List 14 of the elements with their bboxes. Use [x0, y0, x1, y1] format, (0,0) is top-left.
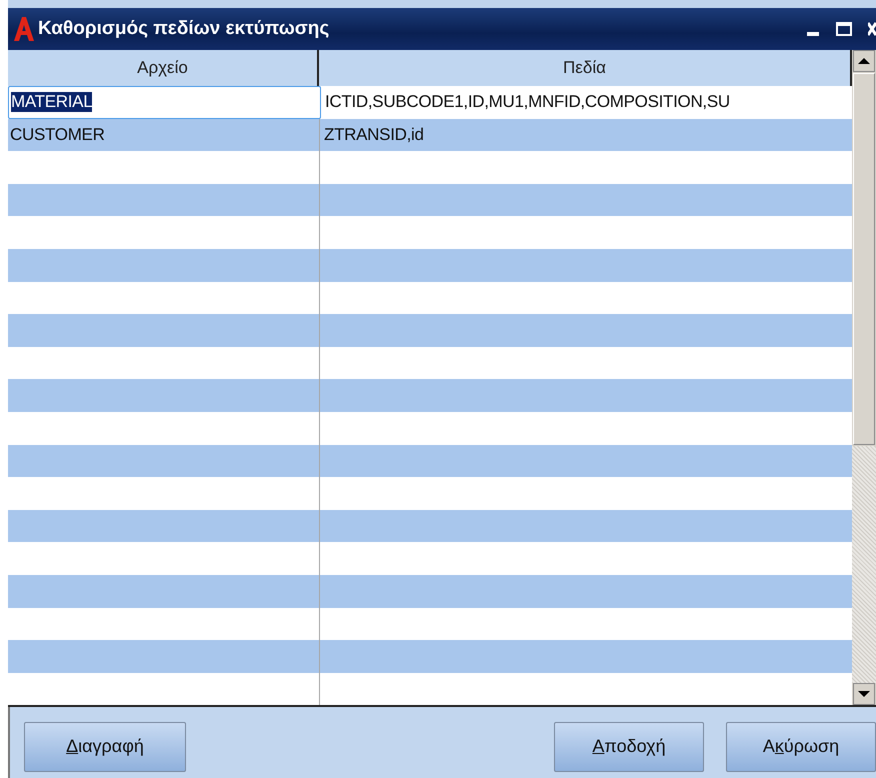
- app-logo-icon: [14, 17, 34, 41]
- table-cell[interactable]: ZTRANSID,id: [320, 118, 852, 152]
- table-cell[interactable]: ICTID,SUBCODE1,ID,MU1,MNFID,COMPOSITION,SU: [321, 86, 852, 119]
- scroll-down-icon[interactable]: [853, 683, 875, 705]
- scroll-up-icon[interactable]: [853, 50, 875, 72]
- dialog-button[interactable]: Διαγραφή: [24, 722, 186, 772]
- close-icon[interactable]: [868, 22, 876, 36]
- dialog-button[interactable]: Ακύρωση: [726, 722, 876, 772]
- scrollbar-thumb[interactable]: [853, 73, 875, 445]
- window-title: Καθορισμός πεδίων εκτύπωσης: [38, 18, 330, 40]
- dialog-button[interactable]: Αποδοχή: [554, 722, 704, 772]
- scrollbar[interactable]: [852, 50, 876, 705]
- table-cell[interactable]: MATERIAL: [8, 86, 321, 119]
- maximize-icon[interactable]: [836, 22, 852, 36]
